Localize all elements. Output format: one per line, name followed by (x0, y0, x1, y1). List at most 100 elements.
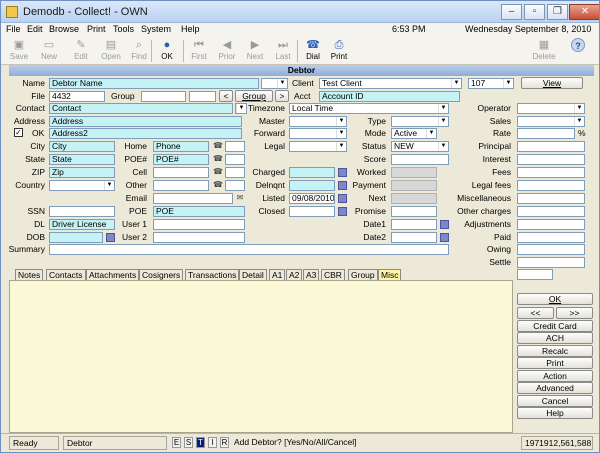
next-button[interactable]: ▶ Next (241, 38, 269, 64)
first-button[interactable]: ⏮ First (185, 38, 213, 64)
dl-field[interactable]: Driver License (49, 219, 115, 230)
tab-misc[interactable]: Misc (378, 269, 402, 280)
user2-field[interactable] (153, 232, 245, 243)
phone-icon[interactable]: ☎ (213, 180, 223, 190)
tab-notes[interactable]: Notes (15, 269, 44, 280)
restore-button[interactable]: ❐ (547, 4, 568, 20)
tab-attachments[interactable]: Attachments (86, 269, 140, 280)
client-dropdown[interactable]: Test Client ▼ (319, 78, 462, 89)
menu-tools[interactable]: Tools (113, 24, 134, 34)
poe-field[interactable]: POE (153, 206, 245, 217)
advanced-button[interactable]: Advanced (517, 382, 593, 394)
closed-field[interactable] (289, 206, 335, 217)
next-record-button[interactable]: >> (556, 307, 593, 319)
date2-field[interactable] (391, 232, 437, 243)
operator-dropdown[interactable]: ▼ (517, 103, 585, 114)
group-extra-field[interactable] (189, 91, 216, 102)
promise-field[interactable] (391, 206, 437, 217)
next-group-button[interactable]: > (275, 90, 289, 102)
tab-a1[interactable]: A1 (269, 269, 286, 280)
close-button[interactable]: ✕ (569, 4, 599, 20)
settle-field[interactable] (517, 257, 585, 268)
dial-button[interactable]: ☎ Dial (299, 38, 327, 64)
print-button[interactable]: ⎙ Print (325, 38, 353, 64)
city-field[interactable]: City (49, 141, 115, 152)
paid-field[interactable] (517, 232, 585, 243)
master-dropdown[interactable]: ▼ (289, 116, 347, 127)
minimize-button[interactable]: – (501, 4, 522, 20)
listed-field[interactable]: 09/08/2010 (289, 193, 335, 204)
menu-edit[interactable]: Edit (27, 24, 43, 34)
charged-field[interactable] (289, 167, 335, 178)
find-button[interactable]: ⌕ Find (125, 38, 153, 64)
delinquent-field[interactable] (289, 180, 335, 191)
email-field[interactable] (153, 193, 233, 204)
name-field[interactable]: Debtor Name (49, 78, 259, 89)
tab-a2[interactable]: A2 (286, 269, 303, 280)
address-field[interactable]: Address (49, 116, 242, 127)
timezone-dropdown[interactable]: Local Time ▼ (289, 103, 449, 114)
tab-contacts[interactable]: Contacts (46, 269, 86, 280)
tab-cbr[interactable]: CBR (321, 269, 345, 280)
menu-print[interactable]: Print (87, 24, 106, 34)
ach-button[interactable]: ACH (517, 332, 593, 344)
file-field[interactable]: 4432 (49, 91, 105, 102)
menu-system[interactable]: System (141, 24, 171, 34)
credit-card-button[interactable]: Credit Card (517, 320, 593, 332)
edit-button[interactable]: ✎ Edit (67, 38, 95, 64)
help-action-button[interactable]: Help (517, 407, 593, 419)
poe-phone-field[interactable]: POE# (153, 154, 209, 165)
new-button[interactable]: ▭ New (35, 38, 63, 64)
country-dropdown[interactable]: ▼ (49, 180, 115, 191)
open-button[interactable]: ▤ Open (97, 38, 125, 64)
ok-checkbox[interactable]: ✓ (14, 128, 23, 137)
phone-icon[interactable]: ☎ (213, 167, 223, 177)
menu-help[interactable]: Help (181, 24, 200, 34)
principal-field[interactable] (517, 141, 585, 152)
legal-fees-field[interactable] (517, 180, 585, 191)
save-button[interactable]: ▣ Save (5, 38, 33, 64)
poe-ext-field[interactable] (225, 154, 245, 165)
state-field[interactable]: State (49, 154, 115, 165)
prev-record-button[interactable]: << (517, 307, 554, 319)
forward-dropdown[interactable]: ▼ (289, 128, 347, 139)
zip-field[interactable]: Zip (49, 167, 115, 178)
recalc-button[interactable]: Recalc (517, 345, 593, 357)
dob-field[interactable] (49, 232, 103, 243)
print-action-button[interactable]: Print (517, 357, 593, 369)
ok-toolbar-button[interactable]: ● OK (153, 38, 181, 64)
ssn-field[interactable] (49, 206, 115, 217)
help-button[interactable]: ? (564, 38, 592, 64)
home-phone-field[interactable]: Phone (153, 141, 209, 152)
other-charges-field[interactable] (517, 206, 585, 217)
tab-transactions[interactable]: Transactions (185, 269, 240, 280)
account-id-field[interactable]: Account ID (319, 91, 460, 102)
cell-phone-field[interactable] (153, 167, 209, 178)
user1-field[interactable] (153, 219, 245, 230)
other-phone-field[interactable] (153, 180, 209, 191)
notes-pane[interactable] (9, 280, 513, 433)
prior-button[interactable]: ◀ Prior (213, 38, 241, 64)
name-dropdown[interactable]: ▼ (261, 78, 288, 89)
phone-icon[interactable]: ☎ (213, 154, 223, 164)
fees-field[interactable] (517, 167, 585, 178)
address2-field[interactable]: Address2 (49, 128, 242, 139)
delete-button[interactable]: ▦ Delete (530, 38, 558, 64)
tab-group[interactable]: Group (348, 269, 378, 280)
maximize-button[interactable]: ▫ (524, 4, 545, 20)
rate-field[interactable] (517, 128, 575, 139)
interest-field[interactable] (517, 154, 585, 165)
menu-browse[interactable]: Browse (49, 24, 79, 34)
tab-detail[interactable]: Detail (239, 269, 267, 280)
settle-extra-field[interactable] (517, 269, 553, 280)
date1-field[interactable] (391, 219, 437, 230)
sales-dropdown[interactable]: ▼ (517, 116, 585, 127)
menu-file[interactable]: File (6, 24, 21, 34)
mode-dropdown[interactable]: Active ▼ (391, 128, 437, 139)
miscellaneous-field[interactable] (517, 193, 585, 204)
adjustments-field[interactable] (517, 219, 585, 230)
client-number-dropdown[interactable]: 107 ▼ (468, 78, 514, 89)
owing-field[interactable] (517, 244, 585, 255)
type-dropdown[interactable]: ▼ (391, 116, 449, 127)
phone-icon[interactable]: ☎ (213, 141, 223, 151)
